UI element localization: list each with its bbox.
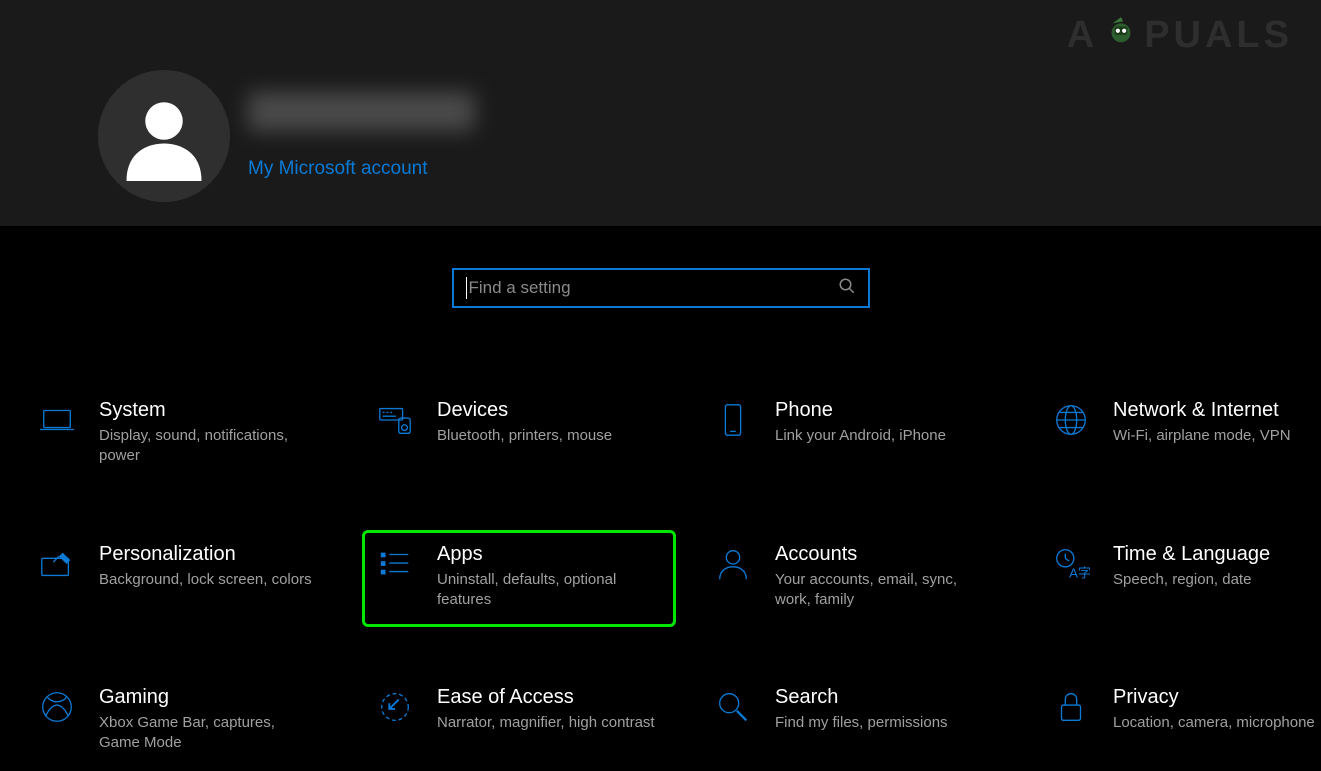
tile-title: Gaming: [99, 686, 319, 709]
tile-desc: Background, lock screen, colors: [99, 570, 312, 590]
tile-desc: Speech, region, date: [1113, 570, 1270, 590]
paintbrush-icon: [37, 545, 77, 585]
tile-desc: Narrator, magnifier, high contrast: [437, 713, 655, 733]
tile-title: Apps: [437, 543, 657, 566]
tile-title: Privacy: [1113, 686, 1315, 709]
tile-desc: Bluetooth, printers, mouse: [437, 426, 612, 446]
laptop-icon: [37, 401, 77, 441]
tile-desc: Location, camera, microphone: [1113, 713, 1315, 733]
tile-search[interactable]: Search Find my files, permissions: [704, 673, 1014, 771]
account-profile: ██████████ My Microsoft account: [98, 70, 1321, 202]
tile-time-language[interactable]: A字 Time & Language Speech, region, date: [1042, 530, 1321, 628]
tile-system[interactable]: System Display, sound, notifications, po…: [28, 386, 338, 484]
tile-gaming[interactable]: Gaming Xbox Game Bar, captures, Game Mod…: [28, 673, 338, 771]
tile-title: Personalization: [99, 543, 312, 566]
search-icon: [838, 277, 856, 300]
tile-desc: Display, sound, notifications, power: [99, 426, 319, 467]
tile-title: System: [99, 399, 319, 422]
tile-privacy[interactable]: Privacy Location, camera, microphone: [1042, 673, 1321, 771]
account-display-name: ██████████: [248, 92, 468, 132]
phone-icon: [713, 401, 753, 441]
tile-desc: Xbox Game Bar, captures, Game Mode: [99, 713, 319, 754]
tile-devices[interactable]: Devices Bluetooth, printers, mouse: [366, 386, 676, 484]
tile-title: Network & Internet: [1113, 399, 1291, 422]
tile-phone[interactable]: Phone Link your Android, iPhone: [704, 386, 1014, 484]
tile-desc: Find my files, permissions: [775, 713, 948, 733]
tile-desc: Link your Android, iPhone: [775, 426, 946, 446]
settings-grid: System Display, sound, notifications, po…: [0, 308, 1321, 771]
search-container: [0, 226, 1321, 308]
svg-text:A字: A字: [1069, 565, 1090, 580]
search-box[interactable]: [452, 268, 870, 308]
tile-title: Time & Language: [1113, 543, 1270, 566]
search-input[interactable]: [469, 278, 838, 298]
magnifier-icon: [713, 688, 753, 728]
keyboard-speaker-icon: [375, 401, 415, 441]
appuals-mascot-icon: [1100, 15, 1142, 57]
appuals-watermark: A PUALS: [1067, 14, 1293, 57]
xbox-icon: [37, 688, 77, 728]
avatar[interactable]: [98, 70, 230, 202]
tile-title: Phone: [775, 399, 946, 422]
tile-personalization[interactable]: Personalization Background, lock screen,…: [28, 530, 338, 628]
text-cursor: [466, 277, 467, 299]
tile-desc: Your accounts, email, sync, work, family: [775, 570, 995, 611]
user-icon: [119, 91, 209, 181]
tile-accounts[interactable]: Accounts Your accounts, email, sync, wor…: [704, 530, 1014, 628]
tile-desc: Uninstall, defaults, optional features: [437, 570, 657, 611]
watermark-post: PUALS: [1144, 14, 1293, 57]
watermark-pre: A: [1067, 14, 1098, 57]
tile-title: Ease of Access: [437, 686, 655, 709]
tile-title: Devices: [437, 399, 612, 422]
tile-network[interactable]: Network & Internet Wi-Fi, airplane mode,…: [1042, 386, 1321, 484]
list-icon: [375, 545, 415, 585]
ease-of-access-icon: [375, 688, 415, 728]
tile-desc: Wi-Fi, airplane mode, VPN: [1113, 426, 1291, 446]
my-microsoft-account-link[interactable]: My Microsoft account: [248, 158, 468, 180]
tile-title: Accounts: [775, 543, 995, 566]
tile-ease-of-access[interactable]: Ease of Access Narrator, magnifier, high…: [366, 673, 676, 771]
tile-title: Search: [775, 686, 948, 709]
lock-icon: [1051, 688, 1091, 728]
settings-header: A PUALS ██████████ My Microsoft account: [0, 0, 1321, 226]
clock-language-icon: A字: [1051, 545, 1091, 585]
globe-icon: [1051, 401, 1091, 441]
person-icon: [713, 545, 753, 585]
tile-apps[interactable]: Apps Uninstall, defaults, optional featu…: [362, 530, 676, 628]
